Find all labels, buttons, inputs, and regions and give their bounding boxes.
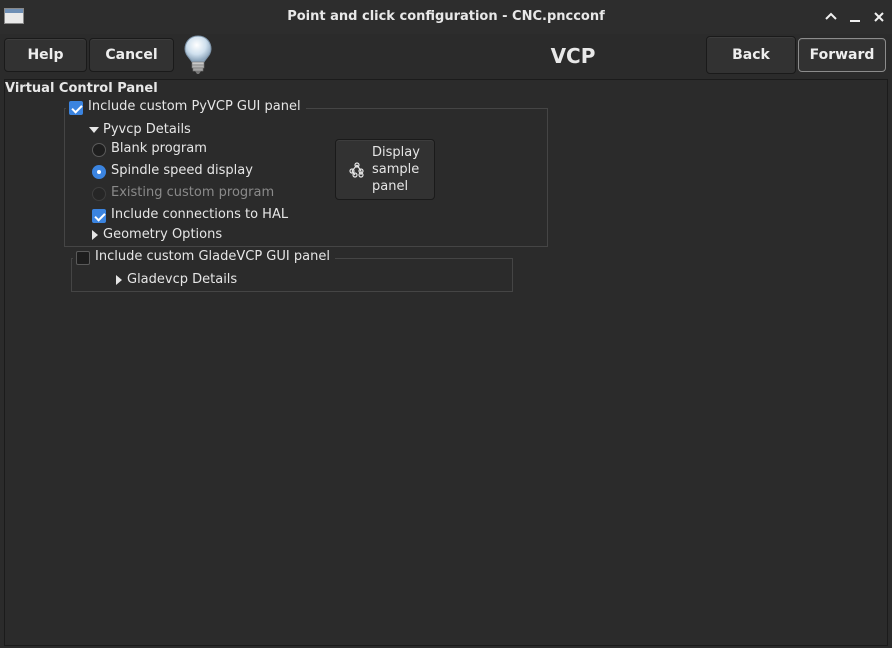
expander-closed-icon[interactable] bbox=[92, 230, 98, 240]
forward-button[interactable]: Forward bbox=[798, 38, 886, 72]
pyvcp-include-label[interactable]: Include custom PyVCP GUI panel bbox=[88, 99, 301, 114]
minimize-icon[interactable] bbox=[823, 9, 839, 25]
nodes-icon bbox=[348, 162, 366, 182]
existing-program-label: Existing custom program bbox=[111, 185, 275, 200]
sample-button-line3: panel bbox=[372, 179, 409, 194]
hal-connections-label[interactable]: Include connections to HAL bbox=[111, 207, 288, 222]
pyvcp-details-expander[interactable]: Pyvcp Details bbox=[103, 122, 191, 137]
pyvcp-include-checkbox[interactable] bbox=[69, 101, 83, 115]
existing-program-radio bbox=[92, 187, 106, 201]
geometry-options-expander[interactable]: Geometry Options bbox=[103, 227, 222, 242]
lightbulb-icon bbox=[182, 34, 214, 80]
back-button[interactable]: Back bbox=[706, 36, 796, 74]
expander-closed-icon[interactable] bbox=[116, 275, 122, 285]
spindle-speed-label[interactable]: Spindle speed display bbox=[111, 163, 253, 178]
gladevcp-details-expander[interactable]: Gladevcp Details bbox=[127, 272, 237, 287]
help-button[interactable]: Help bbox=[4, 38, 87, 72]
sample-button-line1: Display bbox=[372, 145, 420, 160]
cancel-button[interactable]: Cancel bbox=[89, 38, 174, 72]
spindle-speed-radio[interactable] bbox=[92, 165, 106, 179]
gladevcp-include-label[interactable]: Include custom GladeVCP GUI panel bbox=[95, 249, 330, 264]
expander-open-icon[interactable] bbox=[89, 127, 99, 133]
sample-button-line2: sample bbox=[372, 162, 420, 177]
hal-connections-checkbox[interactable] bbox=[92, 209, 106, 223]
window-title: Point and click configuration - CNC.pncc… bbox=[287, 9, 605, 24]
blank-program-radio[interactable] bbox=[92, 143, 106, 157]
page-title: VCP bbox=[550, 44, 596, 68]
close-icon[interactable] bbox=[871, 9, 887, 25]
section-title: Virtual Control Panel bbox=[5, 81, 158, 96]
blank-program-label[interactable]: Blank program bbox=[111, 141, 207, 156]
restore-icon[interactable] bbox=[847, 9, 863, 25]
gladevcp-include-checkbox[interactable] bbox=[76, 251, 90, 265]
window-titlebar: Point and click configuration - CNC.pncc… bbox=[0, 0, 892, 34]
display-sample-panel-button[interactable]: Display sample panel bbox=[335, 139, 435, 200]
